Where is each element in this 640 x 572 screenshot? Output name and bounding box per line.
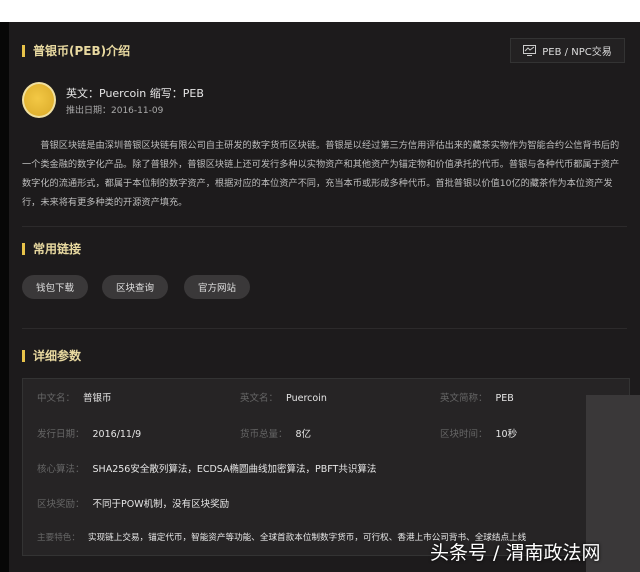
description: 普银区块链是由深圳普银区块链有限公司自主研发的数字货币区块链。普银是以经过第三方… xyxy=(22,140,620,208)
detail-cell: 英文简称： PEB xyxy=(440,393,514,404)
launch-date: 推出日期：2016-11-09 xyxy=(66,106,164,116)
detail-cell: 发行日期： 2016/11/9 xyxy=(37,429,142,440)
detail-cell: 区块奖励： 不同于POW机制，没有区块奖励 xyxy=(37,499,230,510)
coin-logo xyxy=(22,82,56,118)
trade-button-label: PEB / NPC交易 xyxy=(542,47,612,58)
details-heading: 详细参数 xyxy=(22,350,81,362)
divider xyxy=(22,328,627,329)
detail-cell: 中文名： 普银币 xyxy=(37,393,112,404)
official-site-button[interactable]: 官方网站 xyxy=(184,275,250,299)
detail-cell: 核心算法： SHA256安全散列算法，ECDSA椭圆曲线加密算法，PBFT共识算法 xyxy=(37,464,377,475)
detail-cell: 英文名： Puercoin xyxy=(240,393,327,404)
chart-monitor-icon xyxy=(523,45,537,56)
english-name: 英文：Puercoin 缩写：PEB xyxy=(66,87,204,100)
detail-cell: 货币总量： 8亿 xyxy=(240,429,312,440)
intro-heading: 普银币(PEB)介绍 xyxy=(22,45,130,57)
divider xyxy=(22,226,627,227)
wallet-download-button[interactable]: 钱包下载 xyxy=(22,275,88,299)
watermark: 头条号 / 渭南政法网 xyxy=(430,542,601,564)
left-edge xyxy=(0,22,9,572)
trade-button[interactable]: PEB / NPC交易 xyxy=(510,38,625,63)
block-explorer-button[interactable]: 区块查询 xyxy=(102,275,168,299)
detail-cell: 区块时间： 10秒 xyxy=(440,429,518,440)
links-heading: 常用链接 xyxy=(22,243,81,255)
